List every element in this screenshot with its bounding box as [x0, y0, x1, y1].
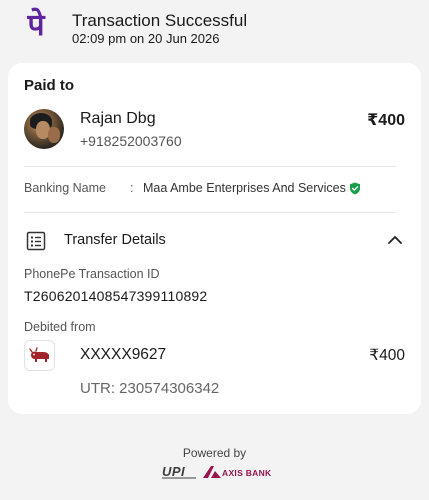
paid-amount: ₹400	[367, 112, 405, 129]
list-icon	[26, 231, 46, 251]
footer-logos: UPI AXIS BANK	[158, 464, 273, 482]
upi-logo-underline	[162, 477, 196, 479]
axis-bank-logo-text: AXIS BANK	[222, 468, 272, 478]
bank-bull-icon	[28, 346, 49, 362]
payee-phone: +918252003760	[80, 133, 182, 149]
transaction-id-label: PhonePe Transaction ID	[24, 267, 160, 281]
verified-shield-icon	[350, 182, 360, 195]
banking-name-label: Banking Name	[24, 181, 106, 195]
debited-from-label: Debited from	[24, 320, 96, 334]
axis-bank-logo-icon	[203, 466, 221, 478]
header: पे Transaction Successful 02:09 pm on 20…	[0, 0, 429, 56]
divider	[24, 166, 396, 167]
chevron-up-icon[interactable]	[387, 233, 403, 247]
payee-name: Rajan Dbg	[80, 110, 156, 127]
phonepe-logo: पे	[27, 8, 45, 43]
debit-account-number: XXXXX9627	[80, 346, 167, 363]
debited-amount: ₹400	[369, 347, 405, 364]
banking-name-colon: :	[130, 181, 134, 195]
transaction-timestamp: 02:09 pm on 20 Jun 2026	[72, 31, 220, 46]
avatar[interactable]	[24, 109, 64, 149]
banking-name-value: Maa Ambe Enterprises And Services	[143, 181, 346, 195]
page-title: Transaction Successful	[72, 11, 248, 30]
debit-bank-logo	[24, 340, 55, 371]
powered-by-label: Powered by	[182, 446, 247, 460]
paid-to-label: Paid to	[24, 77, 75, 94]
transaction-card: Paid to Rajan Dbg +918252003760 ₹400 Ban…	[8, 63, 421, 414]
transaction-id[interactable]: T2606201408547399110892	[24, 288, 207, 304]
transfer-details-title[interactable]: Transfer Details	[64, 232, 166, 248]
utr-number[interactable]: UTR: 230574306342	[80, 380, 219, 397]
divider	[24, 212, 396, 213]
